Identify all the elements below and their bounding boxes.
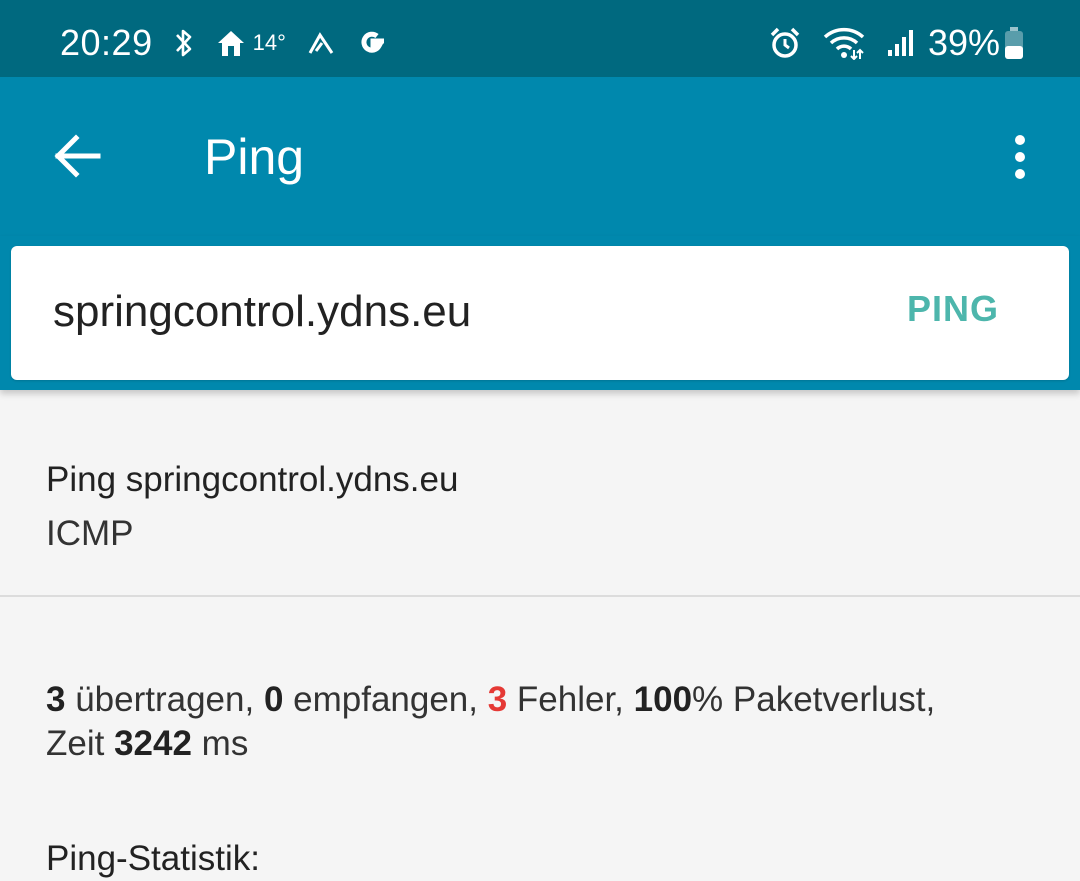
list-item-header: Ping springcontrol.ydns.eu ICMP — [0, 390, 1080, 597]
stats-errors: 3 — [487, 680, 508, 719]
app-bar: Ping — [0, 77, 1080, 236]
stats-loss: 100 — [633, 680, 693, 719]
wifi-icon — [822, 26, 866, 60]
stats-transmitted: 3 — [46, 680, 66, 719]
stats-time-value: 3242 — [114, 724, 192, 763]
arrow-back-icon — [54, 134, 101, 178]
more-vert-icon — [1015, 135, 1025, 179]
home-icon — [215, 28, 247, 58]
battery-icon — [1004, 26, 1024, 60]
status-temperature: 14° — [252, 30, 286, 55]
stats-transmitted-label: übertragen, — [65, 680, 264, 719]
stats-title: Ping-Statistik: — [46, 839, 260, 878]
status-time: 20:29 — [60, 22, 153, 63]
status-left: 20:29 14° — [60, 22, 390, 64]
result-list: Ping springcontrol.ydns.eu ICMP Ping-Sta… — [0, 390, 1080, 878]
back-button[interactable] — [52, 133, 102, 179]
page-title: Ping — [204, 129, 305, 185]
stats-loss-label: % Paketverlust, — [692, 680, 936, 719]
stats-time-unit: ms — [191, 724, 249, 763]
host-input[interactable] — [53, 280, 813, 344]
alarm-icon — [768, 26, 802, 60]
stats-received: 0 — [263, 680, 284, 719]
stats-time-label: Zeit — [46, 724, 115, 763]
result-protocol: ICMP — [46, 514, 134, 553]
status-battery-text: 39% — [927, 22, 1000, 63]
search-strip: PING — [0, 236, 1080, 390]
ping-button[interactable]: PING — [907, 288, 999, 330]
overflow-menu-button[interactable] — [1008, 135, 1032, 179]
google-icon — [356, 26, 390, 60]
status-bar: 20:29 14° 39% — [0, 0, 1080, 77]
stats-text: 3 übertragen, 0 empfangen, 3 Fehler, 100… — [46, 678, 1046, 766]
result-title: Ping springcontrol.ydns.eu — [46, 460, 459, 499]
status-right: 39% — [748, 22, 1024, 64]
search-card: PING — [11, 246, 1069, 380]
stats-received-label: empfangen, — [283, 680, 488, 719]
signal-icon — [886, 28, 916, 58]
bluetooth-icon — [173, 27, 195, 59]
stats-errors-label: Fehler, — [507, 680, 634, 719]
weather-icon — [306, 29, 336, 57]
